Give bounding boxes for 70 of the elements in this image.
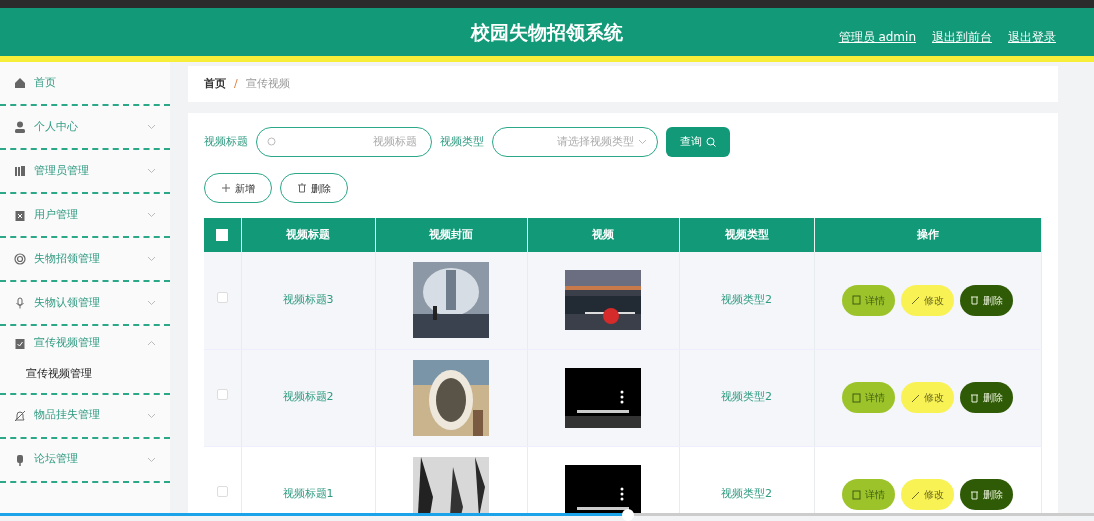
trash-icon [297,183,307,193]
pencil-icon [911,489,921,500]
edit-button[interactable]: 修改 [901,479,955,510]
table-cell: 视频标题1 [241,446,375,515]
sidebar-item[interactable]: 用户管理 [0,194,170,238]
field-label: 视频类型 [440,133,484,150]
clipboard-check-icon [14,337,26,349]
lifebuoy-icon [14,253,26,265]
chevron-down-icon [638,139,647,145]
edit-button[interactable]: 修改 [901,284,955,316]
column-header: 视频标题 [241,218,375,252]
delete-button[interactable]: 删除 [280,173,348,203]
delete-button[interactable]: 删除 [960,284,1014,316]
books-icon [14,165,26,177]
sidebar-subitem[interactable]: 宣传视频管理 [0,360,170,395]
clipboard-icon [14,209,26,221]
bell-off-icon [14,409,26,422]
header-link[interactable]: 退出到前台 [932,28,992,46]
user-icon [14,121,26,133]
delete-button[interactable]: 删除 [960,382,1014,413]
pencil-icon [911,295,921,306]
sidebar-item[interactable]: 个人中心 [0,106,170,150]
breadcrumb-item: 宣传视频 [245,75,290,92]
home-icon [14,77,26,89]
column-header: 视频 [527,218,679,252]
trash-icon [970,392,980,403]
plus-icon [221,183,231,193]
table-cell: 视频类型2 [679,252,814,349]
sidebar-item[interactable]: 管理员管理 [0,150,170,194]
row-checkbox[interactable] [216,486,228,498]
row-checkbox[interactable] [216,389,228,401]
row-checkbox[interactable] [216,292,228,303]
trash-icon [970,489,980,500]
search-icon [267,137,277,147]
details-button[interactable]: 详情 [842,382,896,413]
details-button[interactable]: 详情 [842,284,896,316]
document-icon [852,489,862,500]
breadcrumb-separator: / [234,75,238,92]
add-button[interactable]: 新增 [204,173,272,203]
column-header: 视频类型 [679,218,814,252]
sidebar-item[interactable]: 首页 [0,62,170,106]
trash-icon [970,295,980,306]
field-label: 视频标题 [204,133,248,150]
sidebar-item[interactable]: 失物认领管理 [0,282,170,326]
delete-button[interactable]: 删除 [960,479,1014,510]
column-header: 视频封面 [375,218,527,252]
edit-button[interactable]: 修改 [901,382,955,413]
table-cell: 视频类型2 [679,446,814,515]
app-title: 校园失物招领系统 [471,19,623,45]
table-cell: 视频类型2 [679,349,814,446]
sidebar-item[interactable]: 宣传视频管理 [0,326,170,360]
table-cell: 视频标题2 [241,349,375,446]
sidebar-item[interactable]: 失物招领管理 [0,238,170,282]
sidebar-item[interactable]: 论坛管理 [0,438,170,483]
progress-track[interactable] [0,509,1094,521]
sidebar-item[interactable]: 物品挂失管理 [0,394,170,439]
column-header: 操作 [814,218,1042,252]
document-icon [852,295,862,306]
microphone-icon [14,297,26,309]
details-button[interactable]: 详情 [842,479,896,510]
search-icon [706,137,716,147]
header-link[interactable]: 退出登录 [1008,28,1056,46]
microphone-icon [14,453,26,466]
select-all-checkbox[interactable] [216,228,229,241]
breadcrumb-item[interactable]: 首页 [204,75,226,93]
search-button[interactable]: 查询 [666,127,730,157]
table-cell: 视频标题3 [241,252,375,349]
document-icon [852,392,862,403]
header-link[interactable]: 管理员 admin [838,28,916,46]
pencil-icon [911,392,921,403]
